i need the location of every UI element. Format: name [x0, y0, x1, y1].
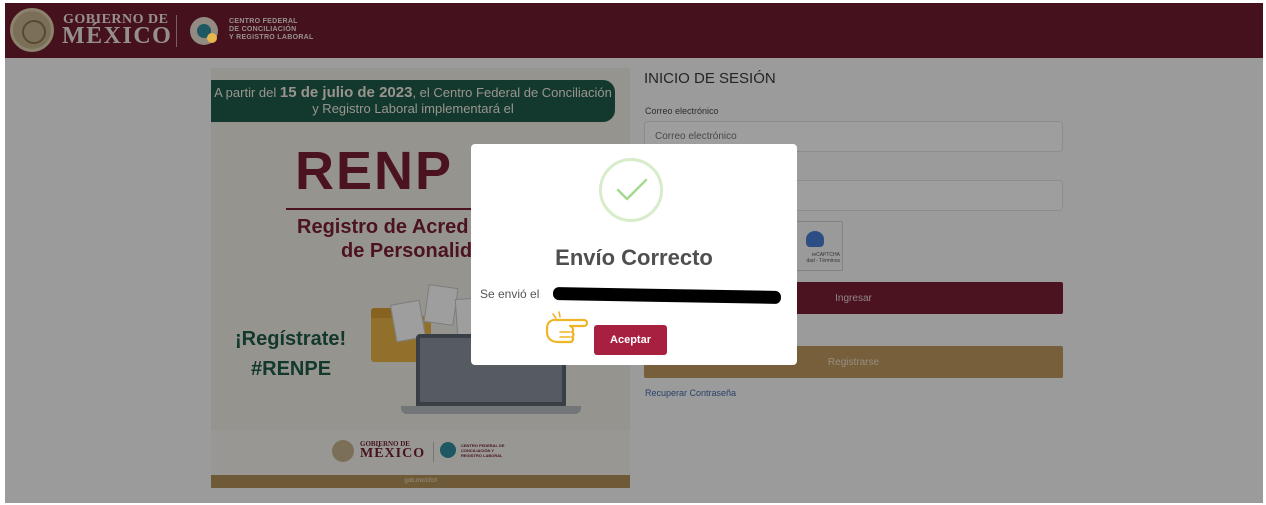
browser-viewport: GOBIERNO DE MÉXICO CENTRO FEDERAL DE CON…: [5, 3, 1263, 503]
dialog-title: Envío Correcto: [555, 245, 713, 270]
page: GOBIERNO DE MÉXICO CENTRO FEDERAL DE CON…: [0, 0, 1266, 505]
success-dialog: Envío Correcto Se envió el Aceptar: [471, 144, 797, 365]
check-circle-icon: [599, 158, 663, 222]
dialog-message: Se envió el: [480, 287, 540, 301]
pointing-hand-icon: [545, 311, 589, 344]
redaction-mark: [552, 287, 782, 304]
aceptar-button[interactable]: Aceptar: [594, 325, 667, 355]
checkmark-icon: [616, 178, 648, 201]
